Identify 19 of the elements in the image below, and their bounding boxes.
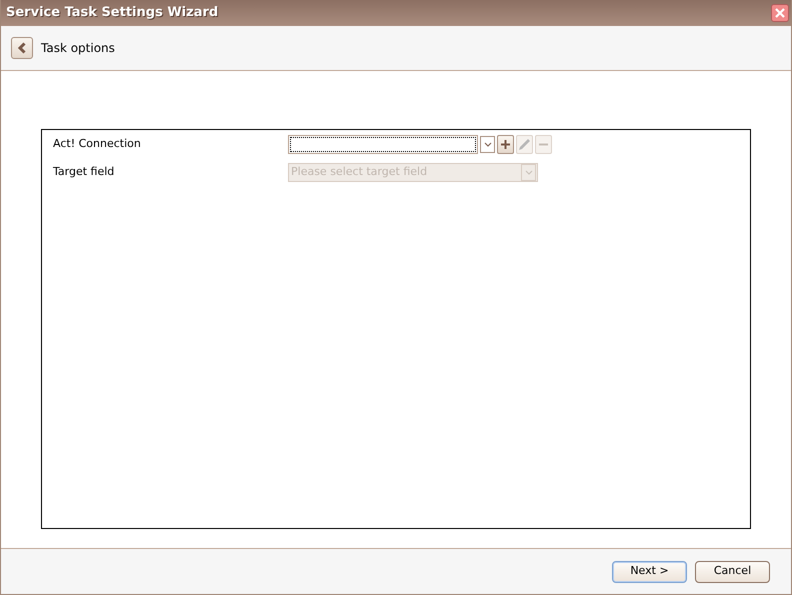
chevron-left-icon	[18, 42, 26, 54]
field-label: Target field	[53, 164, 116, 180]
add-button[interactable]	[497, 134, 514, 154]
chevron-down-icon	[484, 142, 492, 146]
dropdown-button[interactable]	[480, 136, 495, 152]
field-label: Act! Connection	[53, 136, 142, 152]
dialog-button[interactable]: Cancel	[695, 560, 770, 582]
dialog-button[interactable]: Next >	[612, 560, 687, 582]
plus-icon	[501, 140, 510, 148]
back-button[interactable]	[11, 37, 33, 59]
close-button[interactable]	[771, 4, 789, 22]
close-icon	[775, 8, 785, 18]
dropdown-field[interactable]	[288, 134, 478, 154]
pencil-icon	[517, 136, 532, 152]
window-title: Service Task Settings Wizard	[6, 4, 218, 22]
chevron-down-icon	[524, 170, 532, 174]
minus-icon	[539, 142, 548, 146]
placeholder-text: Please select target field	[291, 164, 428, 180]
page-title: Task options	[41, 40, 115, 57]
